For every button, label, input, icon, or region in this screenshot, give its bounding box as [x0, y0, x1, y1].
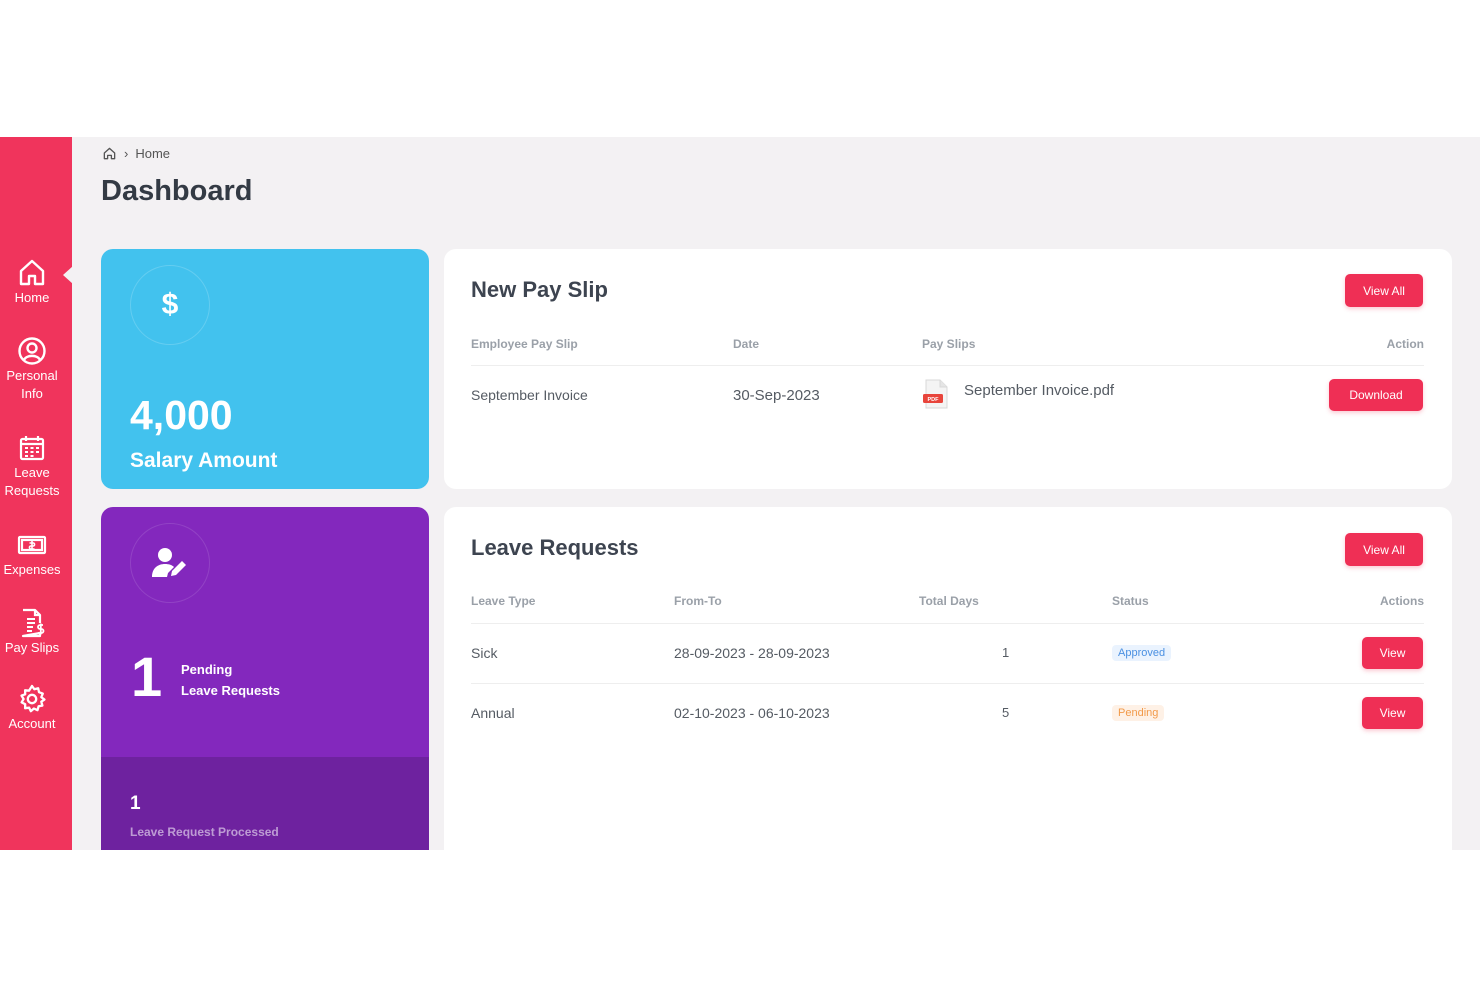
sidebar-item-leave-requests[interactable]: Leave Requests — [0, 432, 64, 500]
pending-label-line1: Pending — [181, 662, 233, 677]
dollar-icon: $ — [161, 288, 179, 321]
column-header: Actions — [1379, 594, 1424, 608]
breadcrumb-home-link[interactable]: Home — [135, 146, 170, 161]
sidebar: Home Personal Info Leave Requests Expens… — [0, 137, 73, 850]
status-badge: Pending — [1112, 705, 1165, 721]
sidebar-item-label: Leave Requests — [4, 465, 60, 498]
pay-slip-panel: New Pay Slip View All Employee Pay Slip … — [444, 249, 1452, 489]
sidebar-item-home[interactable]: Home — [0, 257, 64, 307]
pending-count: 1 — [131, 645, 163, 708]
breadcrumb-separator-icon: › — [124, 146, 129, 161]
pdf-file-icon: PDF — [923, 379, 948, 409]
leave-range: 02-10-2023 - 06-10-2023 — [674, 705, 830, 721]
column-header: Date — [733, 337, 760, 351]
salary-icon-circle: $ — [130, 265, 210, 345]
leave-view-all-button[interactable]: View All — [1345, 533, 1423, 566]
sidebar-item-label: Home — [14, 290, 50, 305]
breadcrumb: › Home — [102, 146, 170, 161]
sidebar-item-expenses[interactable]: Expenses — [0, 529, 64, 579]
leave-days: 1 — [1002, 645, 1010, 660]
processed-count: 1 — [130, 793, 141, 814]
salary-value: 4,000 — [130, 392, 233, 438]
leave-icon-circle — [130, 523, 210, 603]
user-edit-icon — [152, 548, 186, 577]
download-button[interactable]: Download — [1329, 379, 1423, 411]
pending-label: Pending Leave Requests — [181, 659, 280, 701]
money-icon — [17, 535, 47, 555]
pay-slip-view-all-button[interactable]: View All — [1345, 274, 1423, 307]
divider — [471, 365, 1424, 366]
sidebar-item-label: Expenses — [3, 562, 61, 577]
column-header: Pay Slips — [922, 337, 976, 351]
view-button[interactable]: View — [1362, 697, 1423, 729]
status-badge: Approved — [1112, 645, 1172, 661]
column-header: Action — [1386, 337, 1424, 351]
home-small-icon[interactable] — [102, 146, 117, 161]
sidebar-item-label: Personal Info — [6, 368, 58, 401]
sidebar-item-account[interactable]: Account — [0, 683, 64, 733]
pay-slip-name: September Invoice — [471, 387, 588, 403]
gear-icon — [20, 684, 46, 713]
svg-text:PDF: PDF — [928, 397, 940, 403]
pay-slip-title: New Pay Slip — [471, 277, 608, 302]
sidebar-item-label: Account — [8, 716, 56, 731]
pay-slip-date: 30-Sep-2023 — [733, 387, 820, 404]
leave-type: Annual — [471, 705, 515, 721]
divider — [471, 623, 1424, 624]
sidebar-item-label: Pay Slips — [4, 640, 60, 655]
sidebar-item-pay-slips[interactable]: Pay Slips — [0, 607, 64, 657]
leave-type: Sick — [471, 645, 498, 661]
leave-summary-card: 1 Pending Leave Requests 1 Leave Request… — [101, 507, 429, 850]
pending-label-line2: Leave Requests — [181, 683, 280, 698]
column-header: Total Days — [919, 594, 979, 608]
column-header: Leave Type — [471, 594, 536, 608]
leave-requests-title: Leave Requests — [471, 535, 639, 560]
column-header: Status — [1112, 594, 1149, 608]
salary-label: Salary Amount — [130, 449, 278, 472]
sidebar-item-personal-info[interactable]: Personal Info — [0, 335, 64, 403]
leave-requests-panel: Leave Requests View All Leave Type From-… — [444, 507, 1452, 850]
leave-range: 28-09-2023 - 28-09-2023 — [674, 645, 830, 661]
salary-card: $ 4,000 Salary Amount — [101, 249, 429, 489]
column-header: Employee Pay Slip — [471, 337, 578, 351]
app-frame: Home Personal Info Leave Requests Expens… — [0, 137, 1480, 850]
active-indicator — [63, 266, 73, 284]
pay-slip-file-link[interactable]: September Invoice.pdf — [964, 382, 1114, 399]
payslip-icon — [21, 608, 45, 638]
column-header: From-To — [674, 594, 722, 608]
calendar-icon — [19, 436, 45, 461]
page-title: Dashboard — [101, 175, 253, 207]
processed-label: Leave Request Processed — [130, 825, 279, 839]
leave-days: 5 — [1002, 705, 1010, 720]
user-circle-icon — [18, 337, 46, 365]
home-icon — [19, 259, 45, 286]
view-button[interactable]: View — [1362, 637, 1423, 669]
divider — [471, 683, 1424, 684]
